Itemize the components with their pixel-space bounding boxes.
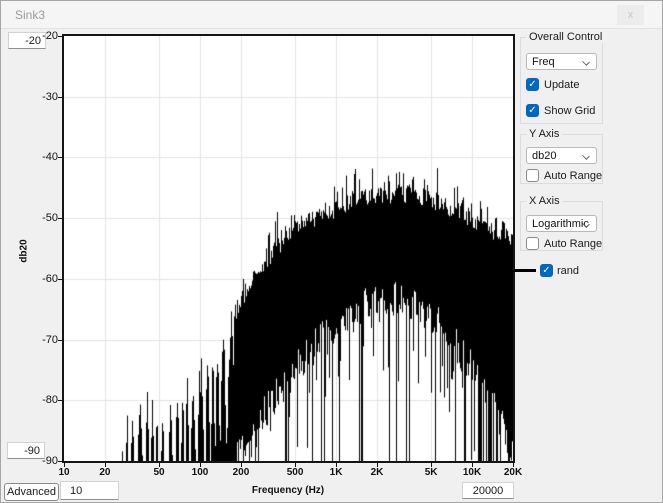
x-axis-title: Frequency (Hz): [252, 485, 324, 496]
spectrum-canvas[interactable]: [64, 36, 513, 461]
y-tick-mark: [58, 461, 62, 462]
dropdown-value: db20: [532, 150, 556, 162]
x-tick-label: 10: [58, 467, 69, 478]
window-title: Sink3: [15, 8, 45, 22]
freq-dropdown[interactable]: Freq: [526, 53, 597, 70]
chevron-down-icon: [582, 58, 590, 66]
x-tick-label: 500: [287, 467, 304, 478]
rand-label: rand: [557, 265, 579, 277]
y-axis-dropdown[interactable]: db20: [526, 147, 597, 164]
y-tick-label: -20: [42, 30, 58, 42]
y-axis-title: db20: [19, 239, 30, 262]
chevron-down-icon: [582, 152, 590, 160]
show-grid-label: Show Grid: [544, 105, 595, 117]
x-auto-range-row[interactable]: Auto Range: [526, 237, 602, 250]
x-tick-mark: [472, 463, 473, 467]
legend-rand: rand: [507, 264, 579, 277]
x-tick-mark: [377, 463, 378, 467]
close-button[interactable]: x: [617, 5, 644, 25]
x-tick-mark: [431, 463, 432, 467]
y-tick-label: -30: [42, 91, 58, 103]
y-tick-mark: [58, 340, 62, 341]
y-tick-label: -60: [42, 273, 58, 285]
show-grid-row[interactable]: Show Grid: [526, 104, 595, 117]
y-max-input[interactable]: [8, 32, 46, 49]
x-tick-label: 100: [192, 467, 209, 478]
dropdown-value: Freq: [532, 56, 555, 68]
x-tick-label: 5K: [425, 467, 438, 478]
x-tick-label: 200: [233, 467, 250, 478]
y-tick-mark: [58, 400, 62, 401]
legend-line-swatch: [507, 269, 536, 272]
y-tick-label: -80: [42, 394, 58, 406]
y-auto-range-checkbox[interactable]: [526, 169, 539, 182]
advanced-button[interactable]: Advanced: [4, 483, 59, 501]
x-max-input[interactable]: [462, 482, 514, 499]
y-tick-mark: [58, 97, 62, 98]
x-tick-mark: [241, 463, 242, 467]
y-auto-range-label: Auto Range: [544, 170, 602, 182]
y-auto-range-row[interactable]: Auto Range: [526, 169, 602, 182]
x-tick-label: 20: [99, 467, 110, 478]
sink3-window: Sink3 x db20 10 20 50 100 200 500 1K 2K 5K 10K 20K…: [0, 0, 663, 503]
x-tick-mark: [159, 463, 160, 467]
x-tick-label: 2K: [371, 467, 384, 478]
x-tick-label: 20K: [504, 467, 522, 478]
y-tick-label: -40: [42, 151, 58, 163]
y-tick-label: -70: [42, 334, 58, 346]
x-tick-mark: [64, 463, 65, 467]
group-title: X Axis: [526, 195, 563, 207]
update-label: Update: [544, 79, 579, 91]
x-axis-dropdown[interactable]: Logarithmic: [526, 215, 597, 232]
y-tick-mark: [58, 218, 62, 219]
rand-checkbox[interactable]: [540, 264, 553, 277]
plot-area[interactable]: [62, 34, 515, 463]
x-tick-mark: [200, 463, 201, 467]
close-icon: x: [628, 10, 634, 21]
x-tick-label: 1K: [330, 467, 343, 478]
x-axis-group: X Axis Logarithmic Auto Range: [520, 201, 603, 251]
x-auto-range-checkbox[interactable]: [526, 237, 539, 250]
x-tick-mark: [336, 463, 337, 467]
update-checkbox[interactable]: [526, 78, 539, 91]
y-axis-group: Y Axis db20 Auto Range: [520, 134, 603, 184]
dropdown-value: Logarithmic: [532, 218, 589, 230]
overall-control-group: Overall Control Freq Update Show Grid: [520, 37, 603, 124]
y-tick-mark: [58, 279, 62, 280]
titlebar[interactable]: Sink3 x: [1, 1, 662, 29]
group-title: Overall Control: [526, 31, 605, 43]
x-tick-label: 10K: [463, 467, 481, 478]
update-row[interactable]: Update: [526, 78, 579, 91]
x-tick-label: 50: [154, 467, 165, 478]
x-tick-mark: [513, 463, 514, 467]
y-tick-label: -50: [42, 212, 58, 224]
y-tick-mark: [58, 157, 62, 158]
x-auto-range-label: Auto Range: [544, 238, 602, 250]
x-tick-mark: [105, 463, 106, 467]
group-title: Y Axis: [526, 128, 562, 140]
show-grid-checkbox[interactable]: [526, 104, 539, 117]
x-tick-mark: [295, 463, 296, 467]
x-min-input[interactable]: [60, 481, 119, 500]
y-min-input[interactable]: [7, 442, 45, 459]
y-tick-mark: [58, 36, 62, 37]
y-tick-label: -90: [42, 455, 58, 467]
